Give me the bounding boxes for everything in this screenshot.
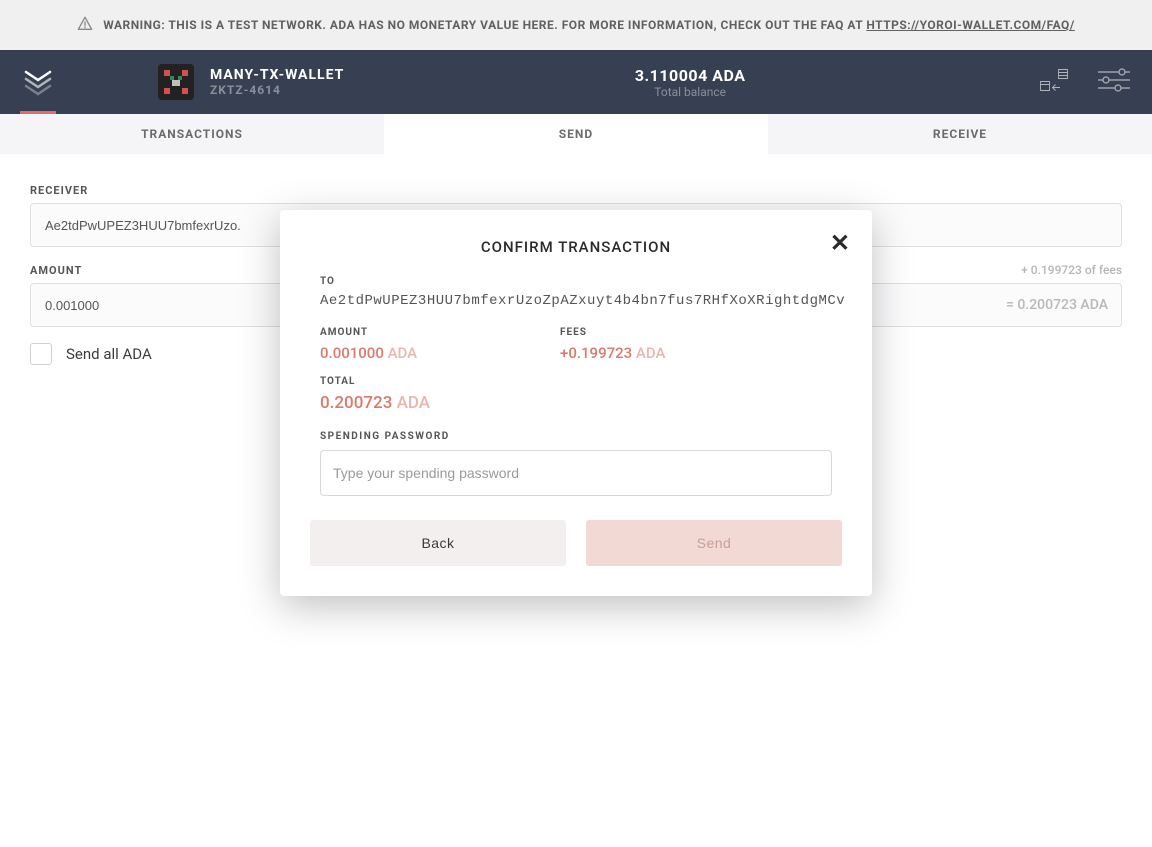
modal-to-value: Ae2tdPwUPEZ3HUU7bmfexrUzoZpAZxuyt4b4bn7f… (320, 293, 832, 309)
modal-total-num: 0.200723 (320, 393, 392, 413)
spending-password-label: SPENDING PASSWORD (320, 431, 832, 442)
close-icon[interactable]: ✕ (830, 232, 850, 256)
modal-fees-unit: ADA (636, 344, 666, 362)
modal-amount-value: 0.001000 ADA (320, 344, 520, 362)
modal-fees-num: +0.199723 (560, 344, 632, 362)
modal-fees-value: +0.199723 ADA (560, 344, 760, 362)
modal-amount-label: AMOUNT (320, 327, 520, 338)
send-button[interactable]: Send (586, 520, 842, 566)
modal-total-value: 0.200723 ADA (320, 393, 832, 413)
modal-title: CONFIRM TRANSACTION (310, 238, 842, 256)
back-button[interactable]: Back (310, 520, 566, 566)
modal-total-label: TOTAL (320, 376, 832, 387)
modal-to-label: TO (320, 276, 832, 287)
modal-total-unit: ADA (397, 393, 430, 413)
confirm-transaction-modal: CONFIRM TRANSACTION ✕ TO Ae2tdPwUPEZ3HUU… (280, 210, 872, 596)
modal-fees-label: FEES (560, 327, 760, 338)
modal-backdrop: CONFIRM TRANSACTION ✕ TO Ae2tdPwUPEZ3HUU… (0, 0, 1152, 847)
modal-amount-unit: ADA (388, 344, 418, 362)
modal-amount-num: 0.001000 (320, 344, 384, 362)
spending-password-input[interactable] (320, 450, 832, 496)
